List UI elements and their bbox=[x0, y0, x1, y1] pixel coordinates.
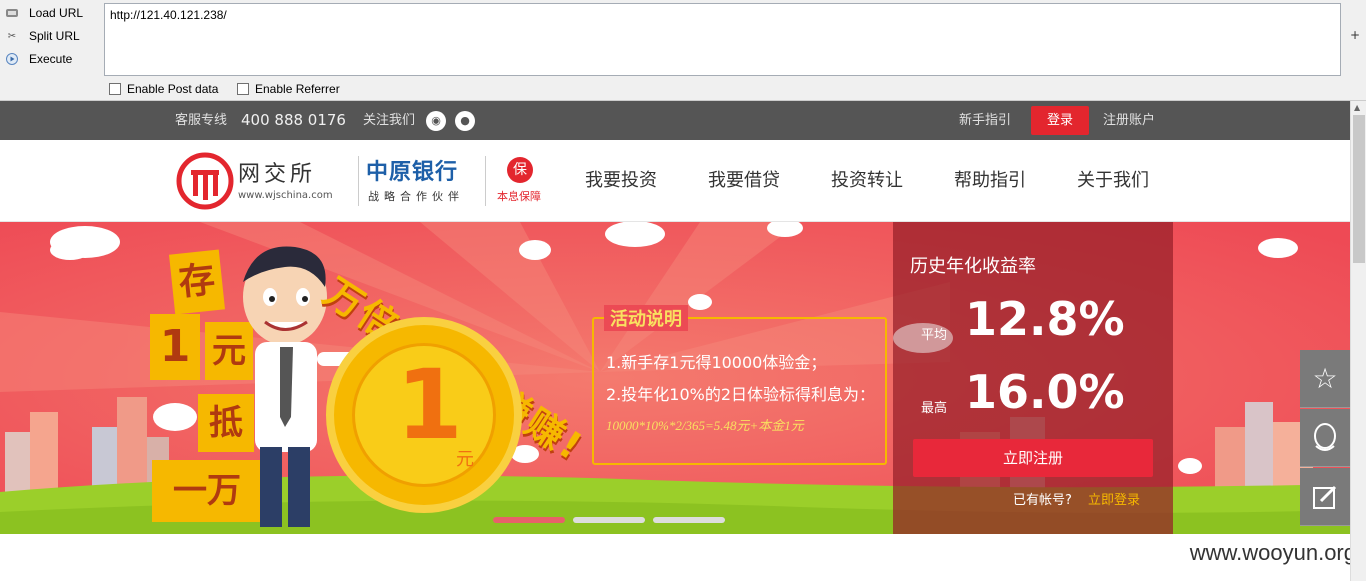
url-textarea[interactable]: http://121.40.121.238/ bbox=[104, 3, 1341, 76]
slider-dot[interactable] bbox=[573, 517, 645, 523]
page-footer bbox=[0, 534, 1350, 581]
nav-item-borrow[interactable]: 我要借贷 bbox=[708, 140, 780, 222]
slider-dot[interactable] bbox=[653, 517, 725, 523]
service-phone: 400 888 0176 bbox=[241, 111, 346, 129]
load-url-label: Load URL bbox=[29, 6, 84, 20]
activity-line2: 2.投年化10%的2日体验标得利息为： bbox=[606, 385, 876, 404]
activity-title: 活动说明 bbox=[604, 305, 688, 331]
divider bbox=[485, 156, 486, 206]
logo-name: 网交所 bbox=[238, 162, 317, 187]
service-label: 客服专线 bbox=[175, 113, 228, 128]
login-now-link[interactable]: 立即登录 bbox=[1088, 489, 1140, 508]
vertical-scrollbar[interactable]: ▲ bbox=[1350, 101, 1366, 581]
scrollbar-thumb[interactable] bbox=[1353, 115, 1365, 263]
max-label: 最高 bbox=[921, 401, 948, 416]
coin-unit: 元 bbox=[456, 449, 474, 470]
slider-dot-active[interactable] bbox=[493, 517, 565, 523]
nav-item-transfer[interactable]: 投资转让 bbox=[831, 140, 903, 222]
main-nav: 网交所 www.wjschina.com 中原银行 战略合作伙伴 保 本息保障 … bbox=[0, 140, 1350, 222]
promo-char-one: 1 bbox=[150, 314, 200, 380]
coin-value: 1 bbox=[396, 349, 463, 461]
have-account-text: 已有帐号? bbox=[1013, 493, 1072, 508]
yield-panel: 历史年化收益率 平均 12.8% 最高 16.0% 已有帐号? 立即登录 bbox=[893, 222, 1173, 534]
scissors-icon: ✂ bbox=[7, 30, 17, 42]
load-url-icon bbox=[5, 6, 19, 20]
hackbar-toolbar: Load URL ✂ Split URL Execute http://121.… bbox=[0, 0, 1366, 101]
shield-icon: 保 bbox=[507, 157, 533, 183]
logo-url: www.wjschina.com bbox=[238, 190, 333, 201]
avg-value: 12.8% bbox=[965, 292, 1125, 346]
partner-sub: 战略合作伙伴 bbox=[368, 190, 464, 203]
play-icon bbox=[5, 52, 19, 66]
nav-item-help[interactable]: 帮助指引 bbox=[954, 140, 1026, 222]
max-value: 16.0% bbox=[965, 365, 1125, 419]
enable-post-label: Enable Post data bbox=[127, 82, 219, 96]
qq-icon[interactable] bbox=[1300, 409, 1350, 467]
edit-feedback-icon[interactable] bbox=[1300, 468, 1350, 526]
watermark: www.wooyun.org bbox=[1189, 540, 1356, 565]
activity-line1: 1.新手存1元得10000体验金； bbox=[606, 353, 827, 372]
gold-coin-icon: 1 元 bbox=[326, 317, 522, 513]
avg-label: 平均 bbox=[921, 328, 948, 343]
partner-name: 中原银行 bbox=[366, 160, 459, 185]
promo-char-cun: 存 bbox=[169, 249, 225, 315]
site-logo[interactable]: 网交所 www.wjschina.com bbox=[176, 152, 356, 210]
wechat-icon[interactable]: ● bbox=[455, 111, 475, 131]
expand-icon[interactable]: + bbox=[1350, 28, 1360, 42]
yield-title: 历史年化收益率 bbox=[910, 256, 1036, 277]
scroll-up-icon[interactable]: ▲ bbox=[1354, 103, 1360, 112]
nav-item-about[interactable]: 关于我们 bbox=[1077, 140, 1149, 222]
load-url-button[interactable]: Load URL bbox=[0, 2, 100, 24]
enable-post-checkbox[interactable]: Enable Post data bbox=[109, 82, 218, 96]
activity-box: 活动说明 1.新手存1元得10000体验金； 2.投年化10%的2日体验标得利息… bbox=[592, 305, 887, 465]
enable-referrer-label: Enable Referrer bbox=[255, 82, 340, 96]
follow-label: 关注我们 bbox=[363, 113, 416, 128]
checkbox-box[interactable] bbox=[109, 83, 121, 95]
logo-mark-icon bbox=[176, 152, 234, 210]
site-topbar: 客服专线 400 888 0176 关注我们 ◉ ● 新手指引 注册账户 bbox=[0, 101, 1350, 140]
activity-formula: 10000*10%*2/365=5.48元+本金1元 bbox=[606, 418, 804, 433]
enable-referrer-checkbox[interactable]: Enable Referrer bbox=[237, 82, 340, 96]
execute-label: Execute bbox=[29, 52, 73, 66]
divider bbox=[358, 156, 359, 206]
weibo-icon[interactable]: ◉ bbox=[426, 111, 446, 131]
favorite-star-icon[interactable]: ☆ bbox=[1300, 350, 1350, 408]
guide-link[interactable]: 新手指引 bbox=[959, 101, 1011, 140]
login-button[interactable]: 登录 bbox=[1031, 106, 1089, 135]
checkbox-box[interactable] bbox=[237, 83, 249, 95]
guarantee-text: 本息保障 bbox=[497, 190, 541, 203]
register-now-button[interactable]: 立即注册 bbox=[913, 439, 1153, 477]
nav-item-invest[interactable]: 我要投资 bbox=[585, 140, 657, 222]
execute-button[interactable]: Execute bbox=[0, 48, 100, 70]
split-url-button[interactable]: ✂ Split URL bbox=[0, 25, 100, 47]
split-url-label: Split URL bbox=[29, 29, 80, 43]
register-account-link[interactable]: 注册账户 bbox=[1103, 101, 1155, 140]
